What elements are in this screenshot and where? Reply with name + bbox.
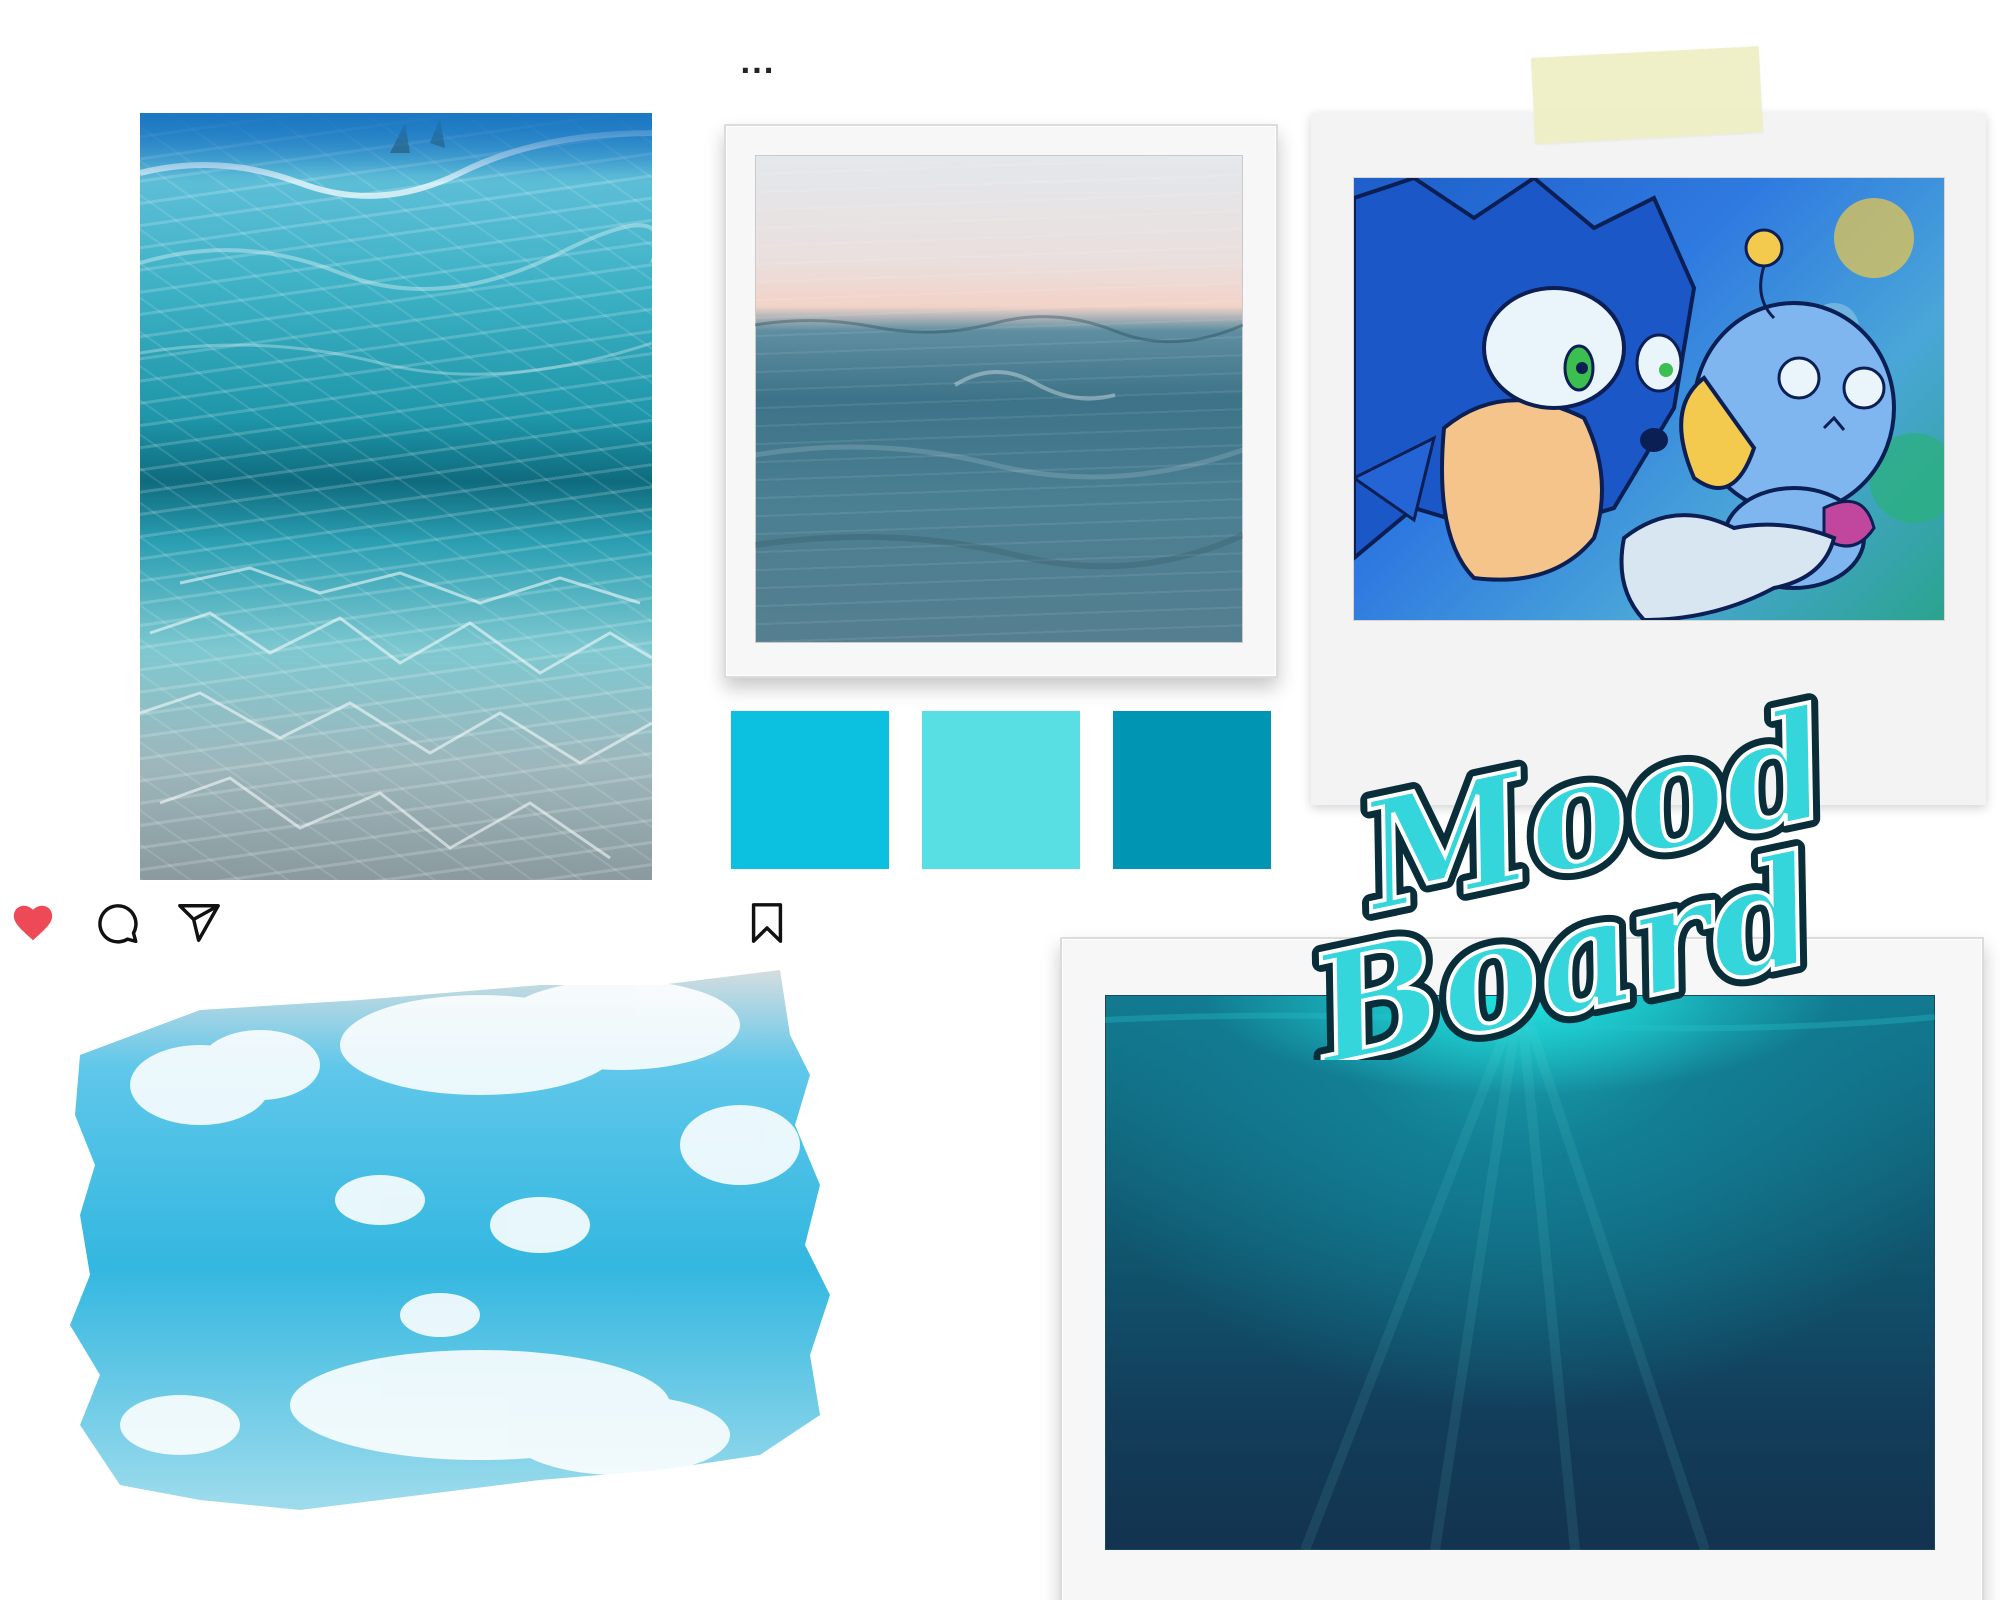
swatch-aqua — [922, 711, 1080, 869]
masking-tape — [1530, 46, 1764, 144]
mood-board-title: Mood Mood Board Board — [1230, 660, 2000, 1109]
cartoon-hedgehog-photo — [1354, 178, 1944, 620]
underwater-photo — [140, 113, 652, 880]
deep-ocean-photo — [1105, 995, 1935, 1550]
swatch-cyan — [731, 711, 889, 869]
share-icon[interactable] — [176, 900, 222, 946]
heart-icon[interactable] — [10, 900, 56, 946]
more-options-icon[interactable]: ... — [740, 50, 780, 78]
mood-board: ... Mood Mood Board Board — [0, 0, 2000, 1600]
post-actions-bar — [10, 900, 790, 946]
ocean-wave-photo — [755, 155, 1243, 643]
sky-brush-stroke — [60, 955, 840, 1525]
bookmark-icon[interactable] — [744, 900, 790, 946]
comment-icon[interactable] — [94, 900, 140, 946]
